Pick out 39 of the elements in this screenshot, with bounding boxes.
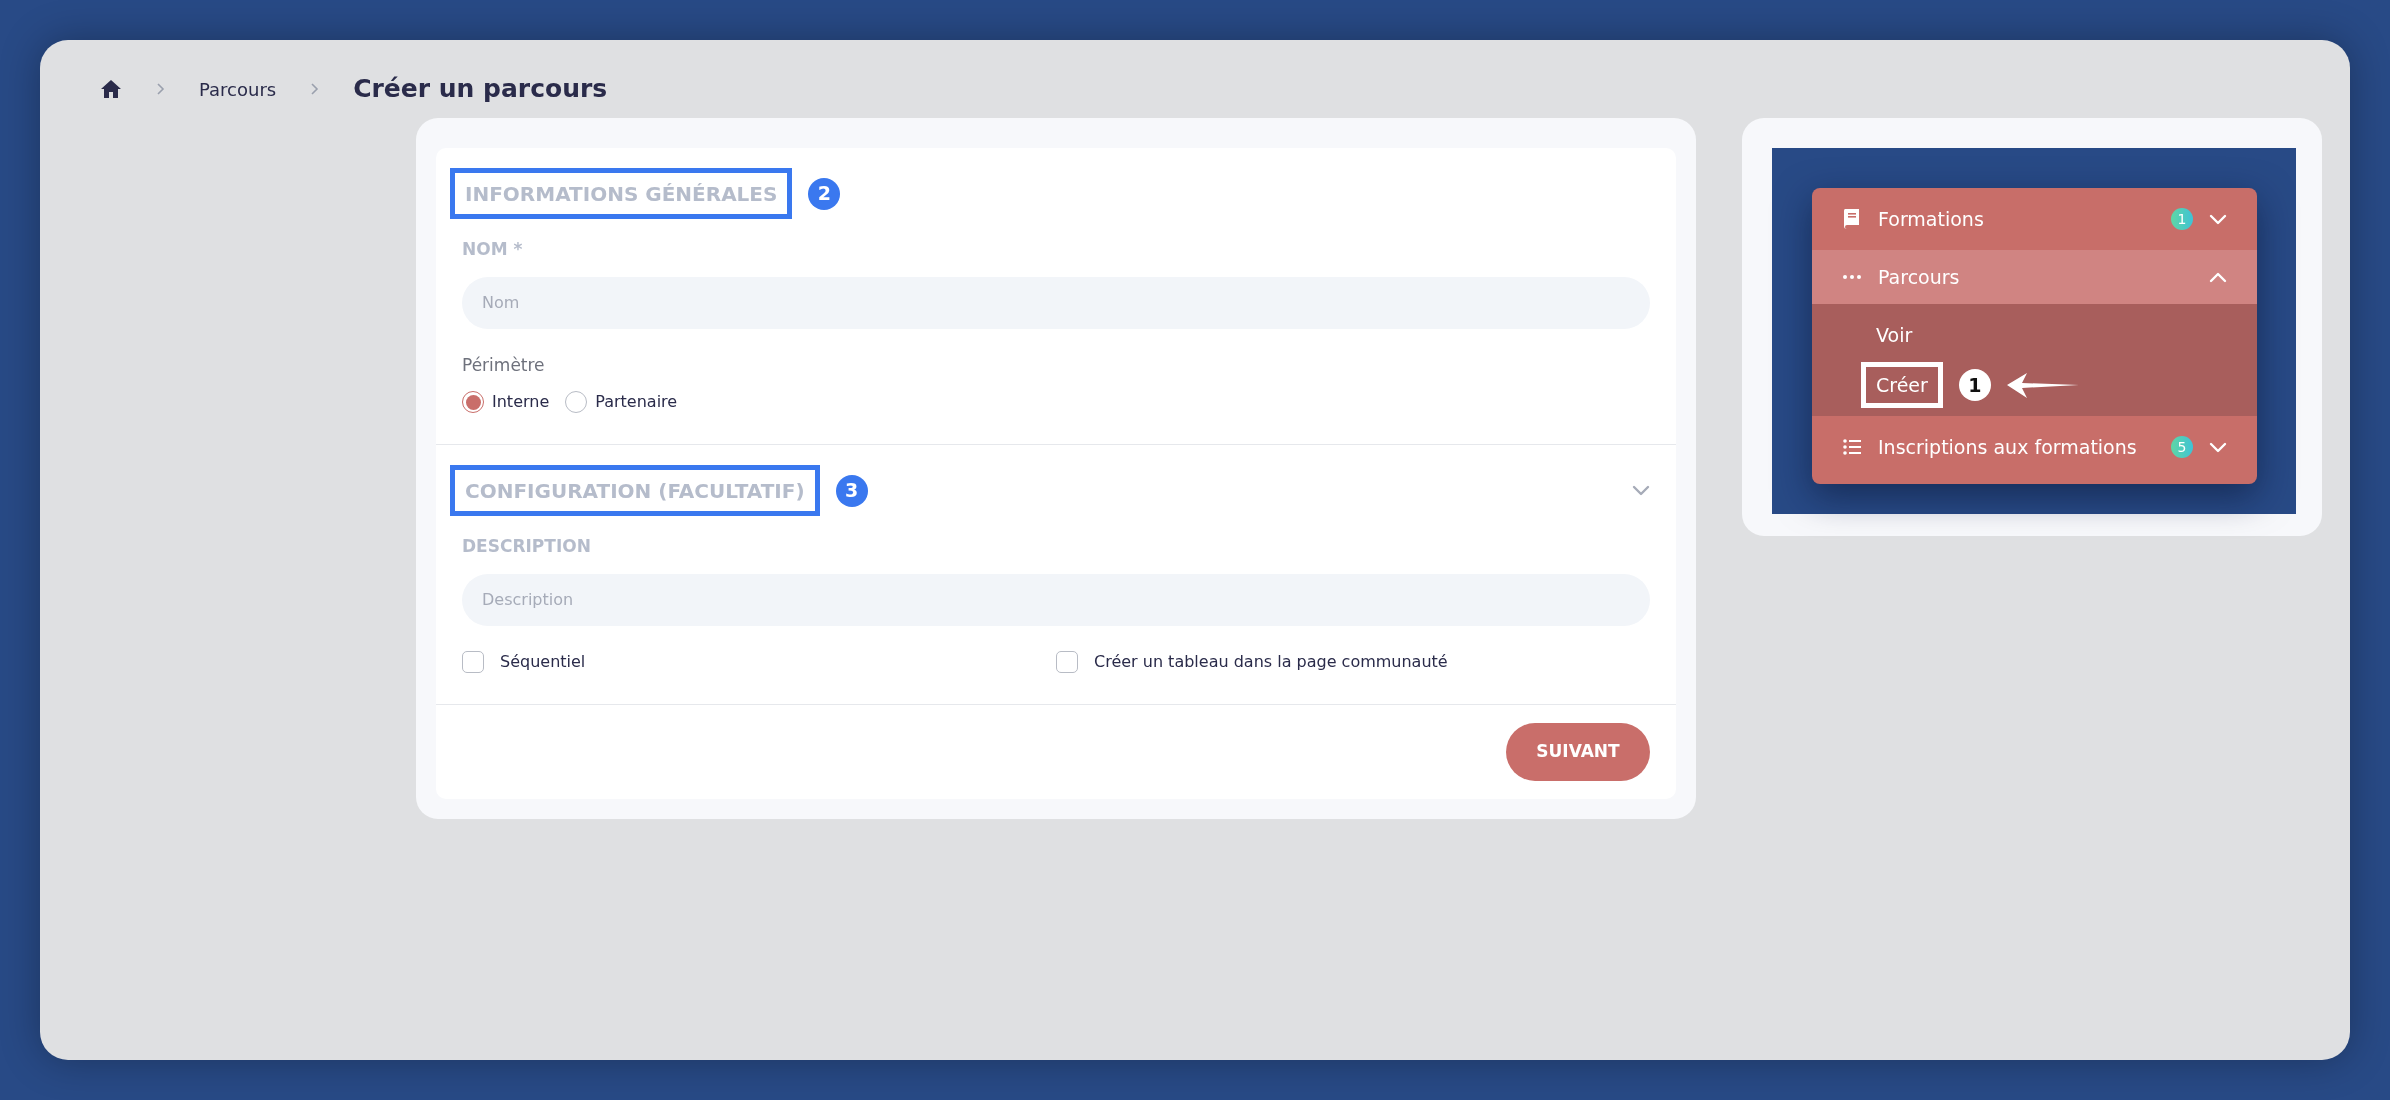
checkbox-label: Séquentiel [500, 650, 586, 673]
step-number-badge: 1 [1958, 369, 1991, 401]
menu-item[interactable]: Formations 1 [1812, 188, 2257, 250]
step-number-badge: 3 [835, 474, 868, 507]
chevron-down-icon[interactable] [1632, 485, 1650, 496]
home-icon[interactable] [100, 79, 122, 99]
chevron-right-icon [156, 82, 165, 96]
step-number-badge: 2 [808, 177, 841, 210]
field-label: NOM * [462, 238, 524, 261]
menu-item[interactable]: Inscriptions aux formations 5 [1812, 416, 2257, 478]
dots-icon [1843, 275, 1861, 279]
page-title: Créer un parcours [353, 73, 608, 106]
field-label: DESCRIPTION [462, 535, 592, 558]
text-field[interactable]: Nom [462, 276, 1650, 329]
next-button[interactable]: SUIVANT [1506, 722, 1650, 781]
submenu-item[interactable]: Créer [1861, 361, 1943, 409]
radio-label: Interne [492, 391, 550, 413]
section-title: CONFIGURATION (FACULTATIF) [450, 465, 820, 516]
radio-label: Partenaire [595, 391, 678, 413]
checkbox-label: Créer un tableau dans la page communauté [1094, 650, 1448, 673]
chevron-up-icon[interactable] [2209, 271, 2227, 283]
book-icon [1843, 208, 1861, 230]
checkbox[interactable] [1056, 650, 1078, 673]
count-badge: 1 [2171, 208, 2193, 230]
checkbox[interactable] [462, 650, 484, 673]
text-field[interactable]: Description [462, 573, 1650, 626]
breadcrumb-link[interactable]: Parcours [199, 75, 277, 103]
field-label: Périmètre [462, 353, 546, 377]
menu-label: Parcours [1878, 264, 1960, 290]
list-icon [1843, 439, 1861, 455]
chevron-right-icon [310, 82, 320, 96]
count-badge: 5 [2171, 436, 2193, 458]
section-title: INFORMATIONS GÉNÉRALES [450, 168, 793, 219]
submenu-item[interactable]: Voir [1861, 311, 1928, 359]
radio-button[interactable] [565, 391, 588, 413]
menu-label: Inscriptions aux formations [1878, 434, 2137, 460]
menu-label: Formations [1878, 206, 1984, 232]
radio-button[interactable] [462, 391, 484, 413]
menu-item[interactable]: Parcours [1812, 250, 2257, 304]
